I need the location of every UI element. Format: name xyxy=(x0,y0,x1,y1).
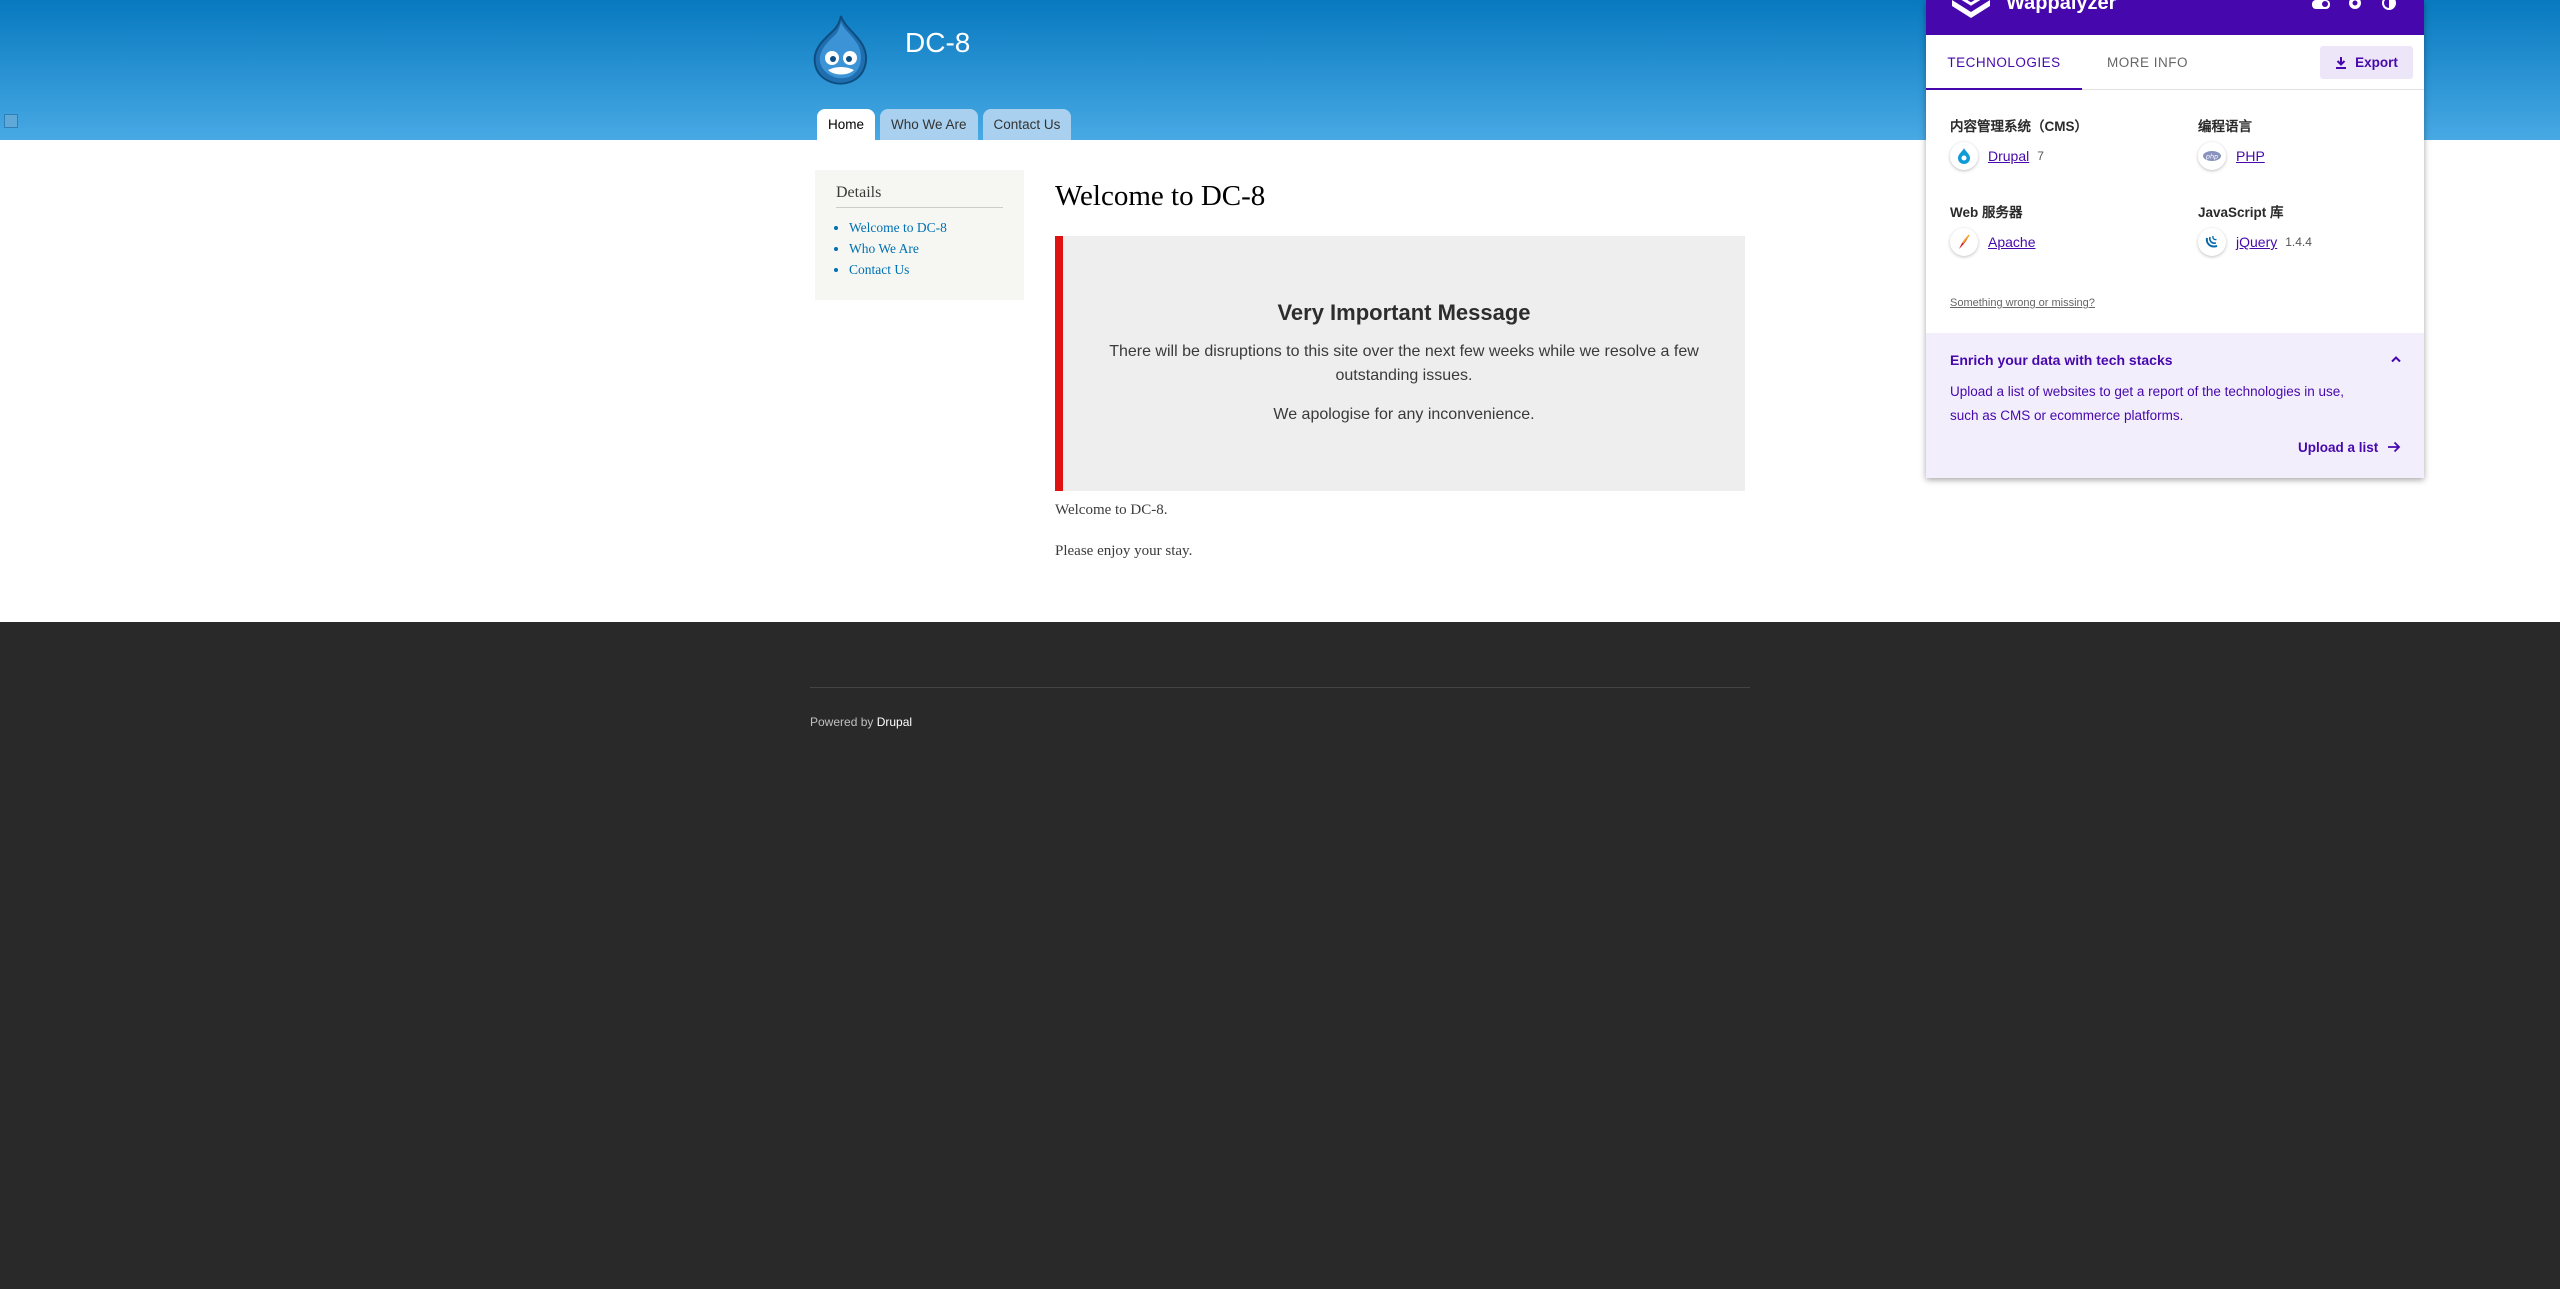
body-paragraph: Welcome to DC-8. xyxy=(1055,502,1168,518)
drupal-icon xyxy=(1950,142,1978,170)
toggle-icon[interactable] xyxy=(2310,0,2332,12)
tech-item-drupal: Drupal 7 xyxy=(1950,142,2044,170)
svg-text:php: php xyxy=(2205,153,2218,161)
message-text: There will be disruptions to this site o… xyxy=(1109,343,1699,384)
wappalyzer-logo-icon xyxy=(1952,0,1990,18)
drupal-logo-icon[interactable] xyxy=(810,14,872,86)
tech-link-jquery[interactable]: jQuery xyxy=(2236,234,2277,250)
tech-version: 1.4.4 xyxy=(2285,235,2312,249)
sidebar-item: Welcome to DC-8 xyxy=(849,217,1003,238)
category-web-server: Web 服务器 xyxy=(1950,205,2023,220)
important-message-box: Very Important Message There will be dis… xyxy=(1055,236,1745,491)
wappalyzer-tabs: TECHNOLOGIES MORE INFO Export xyxy=(1926,35,2424,90)
footer-drupal-link[interactable]: Drupal xyxy=(877,715,912,729)
arrow-right-icon xyxy=(2388,441,2401,453)
wappalyzer-popup: Wappalyzer TECHNOLOGIES MORE INFO Export… xyxy=(1926,0,2424,478)
category-cms: 内容管理系统（CMS） xyxy=(1950,119,2088,134)
tech-link-drupal[interactable]: Drupal xyxy=(1988,148,2029,164)
sidebar-link-welcome[interactable]: Welcome to DC-8 xyxy=(849,220,947,235)
tech-link-apache[interactable]: Apache xyxy=(1988,234,2035,250)
category-javascript-library: JavaScript 库 xyxy=(2198,205,2284,220)
jquery-icon xyxy=(2198,228,2226,256)
php-icon: php xyxy=(2198,142,2226,170)
chevron-up-icon[interactable] xyxy=(2390,350,2402,366)
wappalyzer-header: Wappalyzer xyxy=(1926,0,2424,35)
something-missing-link[interactable]: Something wrong or missing? xyxy=(1950,297,2095,309)
sidebar-toggle-handle[interactable] xyxy=(4,114,18,128)
tab-more-info[interactable]: MORE INFO xyxy=(2107,35,2188,89)
enrich-description: Upload a list of websites to get a repor… xyxy=(1950,384,2344,423)
sidebar-item: Contact Us xyxy=(849,259,1003,280)
upload-list-label: Upload a list xyxy=(2298,440,2379,455)
upload-list-link[interactable]: Upload a list xyxy=(2298,440,2401,455)
message-apology: We apologise for any inconvenience. xyxy=(1273,406,1535,423)
sidebar-title: Details xyxy=(836,184,1003,208)
enrich-panel: Enrich your data with tech stacks Upload… xyxy=(1926,333,2424,478)
footer-prefix: Powered by xyxy=(810,715,874,729)
primary-tabs: Home Who We Are Contact Us xyxy=(817,109,1072,140)
sidebar-list: Welcome to DC-8 Who We Are Contact Us xyxy=(836,217,1003,280)
details-sidebar: Details Welcome to DC-8 Who We Are Conta… xyxy=(815,170,1024,300)
tech-item-jquery: jQuery 1.4.4 xyxy=(2198,228,2312,256)
site-name[interactable]: DC-8 xyxy=(905,27,970,59)
export-button[interactable]: Export xyxy=(2320,46,2413,79)
sidebar-link-who-we-are[interactable]: Who We Are xyxy=(849,241,919,256)
tech-item-php: php PHP xyxy=(2198,142,2265,170)
settings-gear-icon[interactable] xyxy=(2344,0,2366,12)
download-icon xyxy=(2336,56,2347,69)
tech-item-apache: Apache xyxy=(1950,228,2035,256)
body-paragraph: Please enjoy your stay. xyxy=(1055,543,1193,559)
tab-contact-us[interactable]: Contact Us xyxy=(982,109,1072,140)
tab-who-we-are[interactable]: Who We Are xyxy=(880,109,978,140)
tech-version: 7 xyxy=(2037,149,2044,163)
enrich-title: Enrich your data with tech stacks xyxy=(1950,352,2173,368)
sidebar-item: Who We Are xyxy=(849,238,1003,259)
message-heading: Very Important Message xyxy=(1277,300,1531,325)
tech-link-php[interactable]: PHP xyxy=(2236,148,2265,164)
sidebar-link-contact-us[interactable]: Contact Us xyxy=(849,262,909,277)
site-footer: Powered by Drupal xyxy=(0,622,2560,1289)
category-programming-language: 编程语言 xyxy=(2198,119,2252,134)
footer-divider xyxy=(810,687,1750,688)
dark-mode-icon[interactable] xyxy=(2378,0,2400,12)
export-label: Export xyxy=(2355,55,2398,70)
tab-technologies[interactable]: TECHNOLOGIES xyxy=(1926,35,2082,90)
footer-credit: Powered by Drupal xyxy=(810,715,912,729)
page-title: Welcome to DC-8 xyxy=(1055,180,1266,212)
tab-home[interactable]: Home xyxy=(817,109,876,140)
wappalyzer-brand: Wappalyzer xyxy=(2006,0,2117,14)
apache-icon xyxy=(1950,228,1978,256)
